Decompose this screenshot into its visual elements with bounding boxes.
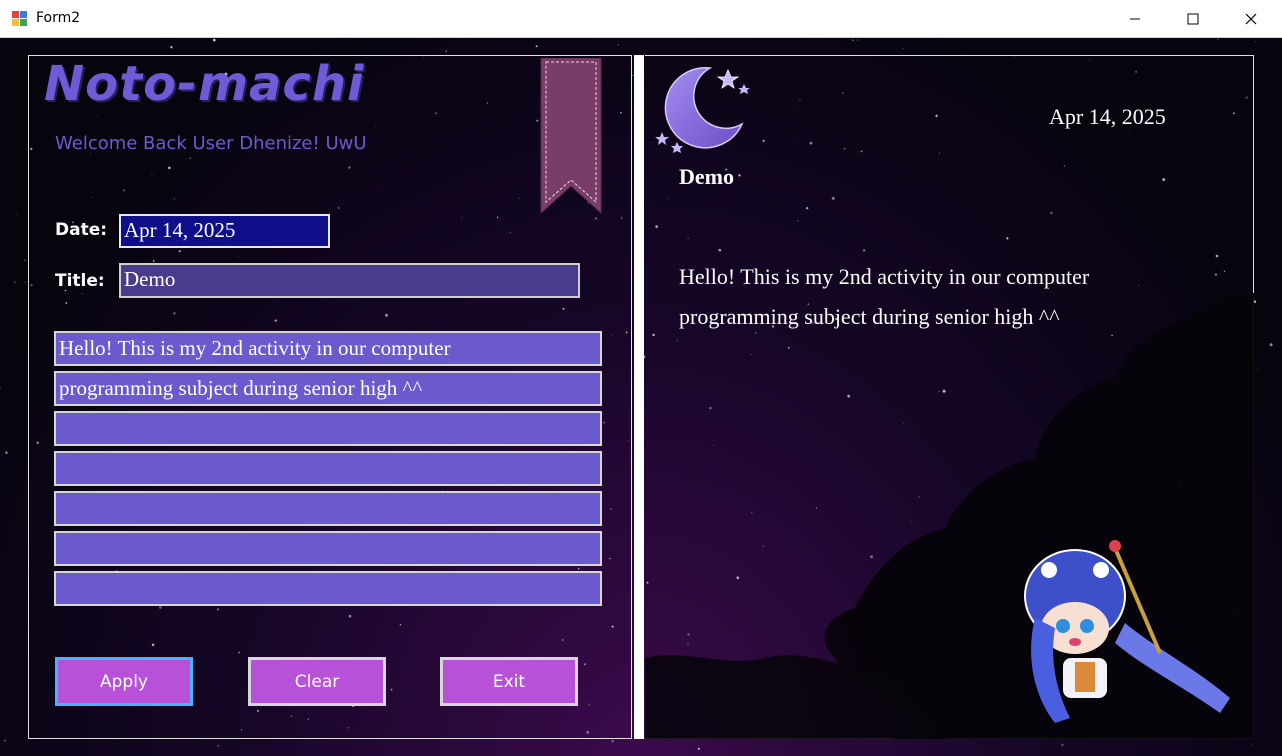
title-label: Title: (55, 271, 105, 291)
moon-stars-icon (655, 66, 750, 153)
apply-button[interactable]: Apply (55, 657, 193, 706)
maximize-icon (1187, 13, 1199, 25)
content-line-7[interactable] (54, 571, 602, 606)
panel-divider (634, 55, 644, 739)
app-logo-text: Noto-machi (44, 56, 365, 112)
content-line-5[interactable] (54, 491, 602, 526)
minimize-button[interactable] (1106, 0, 1164, 38)
content-line-2[interactable]: programming subject during senior high ^… (54, 371, 602, 406)
content-line-4[interactable] (54, 451, 602, 486)
date-field[interactable]: Apr 14, 2025 (119, 214, 330, 248)
content-line-3[interactable] (54, 411, 602, 446)
preview-body: Hello! This is my 2nd activity in our co… (679, 257, 1149, 337)
welcome-message: Welcome Back User Dhenize! UwU (55, 133, 367, 154)
chibi-character-image (1024, 540, 1230, 723)
bookmark-ribbon-icon (540, 58, 602, 214)
title-bar: Form2 (0, 0, 1282, 38)
minimize-icon (1130, 18, 1140, 20)
preview-body-line-1: Hello! This is my 2nd activity in our co… (679, 264, 1090, 289)
date-label: Date: (55, 220, 108, 240)
clear-button[interactable]: Clear (248, 657, 386, 706)
form-client-area: Noto-machi Welcome Back User Dhenize! Uw… (0, 38, 1282, 756)
preview-date: Apr 14, 2025 (1049, 104, 1166, 129)
crescent-moon-image (872, 368, 915, 413)
preview-body-line-2: programming subject during senior high ^… (679, 304, 1060, 329)
exit-button[interactable]: Exit (440, 657, 578, 706)
title-field[interactable]: Demo (119, 263, 580, 298)
app-icon (12, 11, 28, 27)
maximize-button[interactable] (1164, 0, 1222, 38)
content-line-6[interactable] (54, 531, 602, 566)
close-button[interactable] (1222, 0, 1280, 38)
content-line-1[interactable]: Hello! This is my 2nd activity in our co… (54, 331, 602, 366)
close-icon (1245, 13, 1257, 25)
preview-title: Demo (679, 164, 734, 189)
window-title: Form2 (36, 10, 81, 26)
